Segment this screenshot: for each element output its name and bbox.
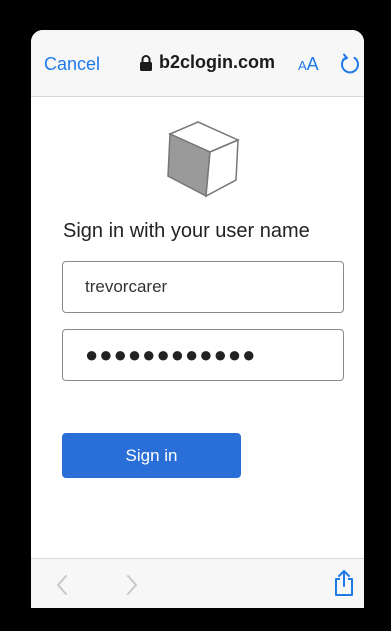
password-field[interactable]	[62, 329, 344, 381]
back-icon[interactable]	[53, 573, 71, 597]
browser-top-bar: Cancel b2clogin.com A A	[31, 30, 364, 97]
text-size-big-label: A	[306, 54, 319, 74]
lock-icon	[140, 54, 152, 71]
text-size-small-label: A	[298, 58, 307, 73]
browser-sheet: Cancel b2clogin.com A A Sign in with you…	[31, 30, 364, 608]
cube-logo-icon	[167, 121, 240, 198]
browser-bottom-bar	[31, 558, 364, 608]
page-title: Sign in with your user name	[63, 220, 310, 242]
share-icon[interactable]	[332, 569, 356, 597]
address-bar[interactable]: b2clogin.com	[139, 52, 275, 73]
forward-icon[interactable]	[123, 573, 141, 597]
reload-icon[interactable]	[339, 53, 361, 75]
username-field[interactable]	[62, 261, 344, 313]
sign-in-button[interactable]: Sign in	[62, 433, 241, 478]
cancel-button[interactable]: Cancel	[44, 54, 100, 75]
url-host: b2clogin.com	[159, 52, 276, 72]
text-size-button[interactable]: A A	[298, 54, 319, 75]
